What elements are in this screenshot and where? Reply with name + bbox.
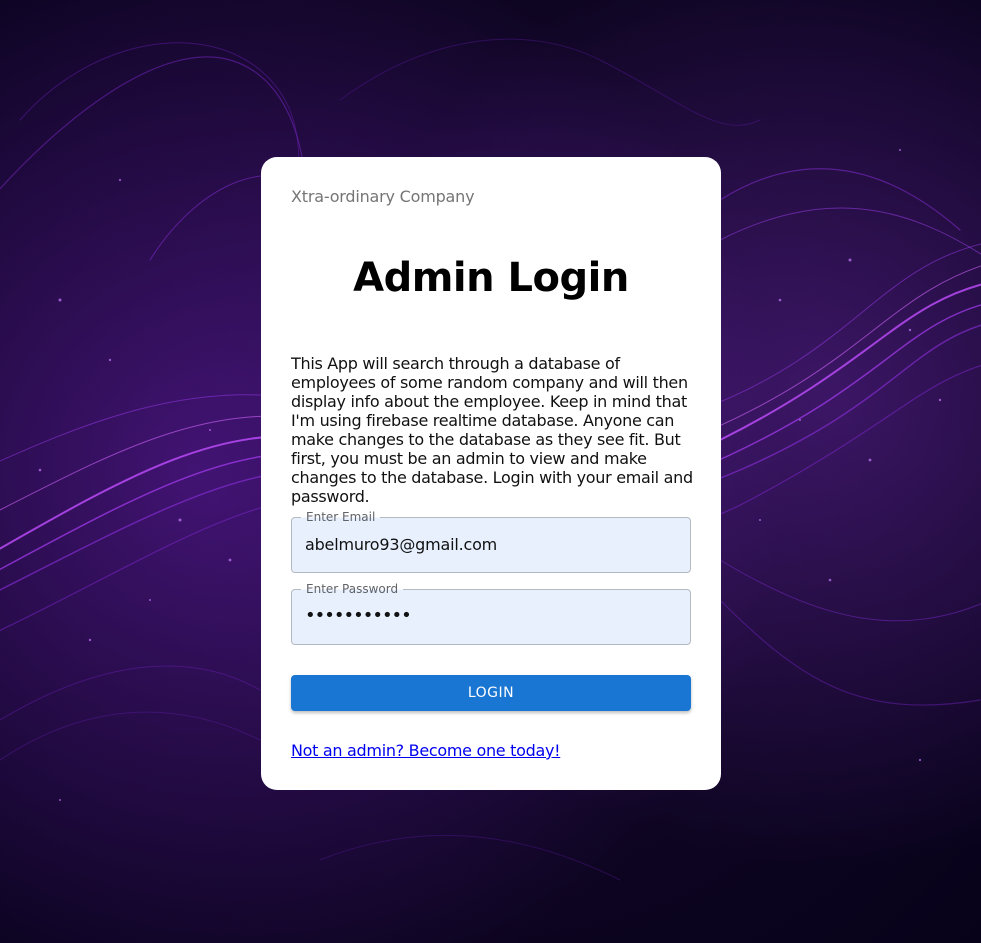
login-button[interactable]: LOGIN — [291, 675, 691, 711]
become-admin-link[interactable]: Not an admin? Become one today! — [291, 741, 561, 760]
app-description: This App will search through a database … — [291, 354, 693, 506]
password-input[interactable]: ••••••••••• — [305, 605, 412, 626]
page-title: Admin Login — [353, 255, 629, 301]
password-field[interactable]: Enter Password ••••••••••• — [291, 582, 691, 645]
password-field-label: Enter Password — [301, 582, 404, 596]
company-name: Xtra-ordinary Company — [291, 187, 475, 206]
email-input[interactable]: abelmuro93@gmail.com — [305, 535, 497, 554]
email-field[interactable]: Enter Email abelmuro93@gmail.com — [291, 510, 691, 573]
email-field-label: Enter Email — [301, 510, 381, 524]
login-card: Xtra-ordinary Company Admin Login This A… — [261, 157, 721, 790]
